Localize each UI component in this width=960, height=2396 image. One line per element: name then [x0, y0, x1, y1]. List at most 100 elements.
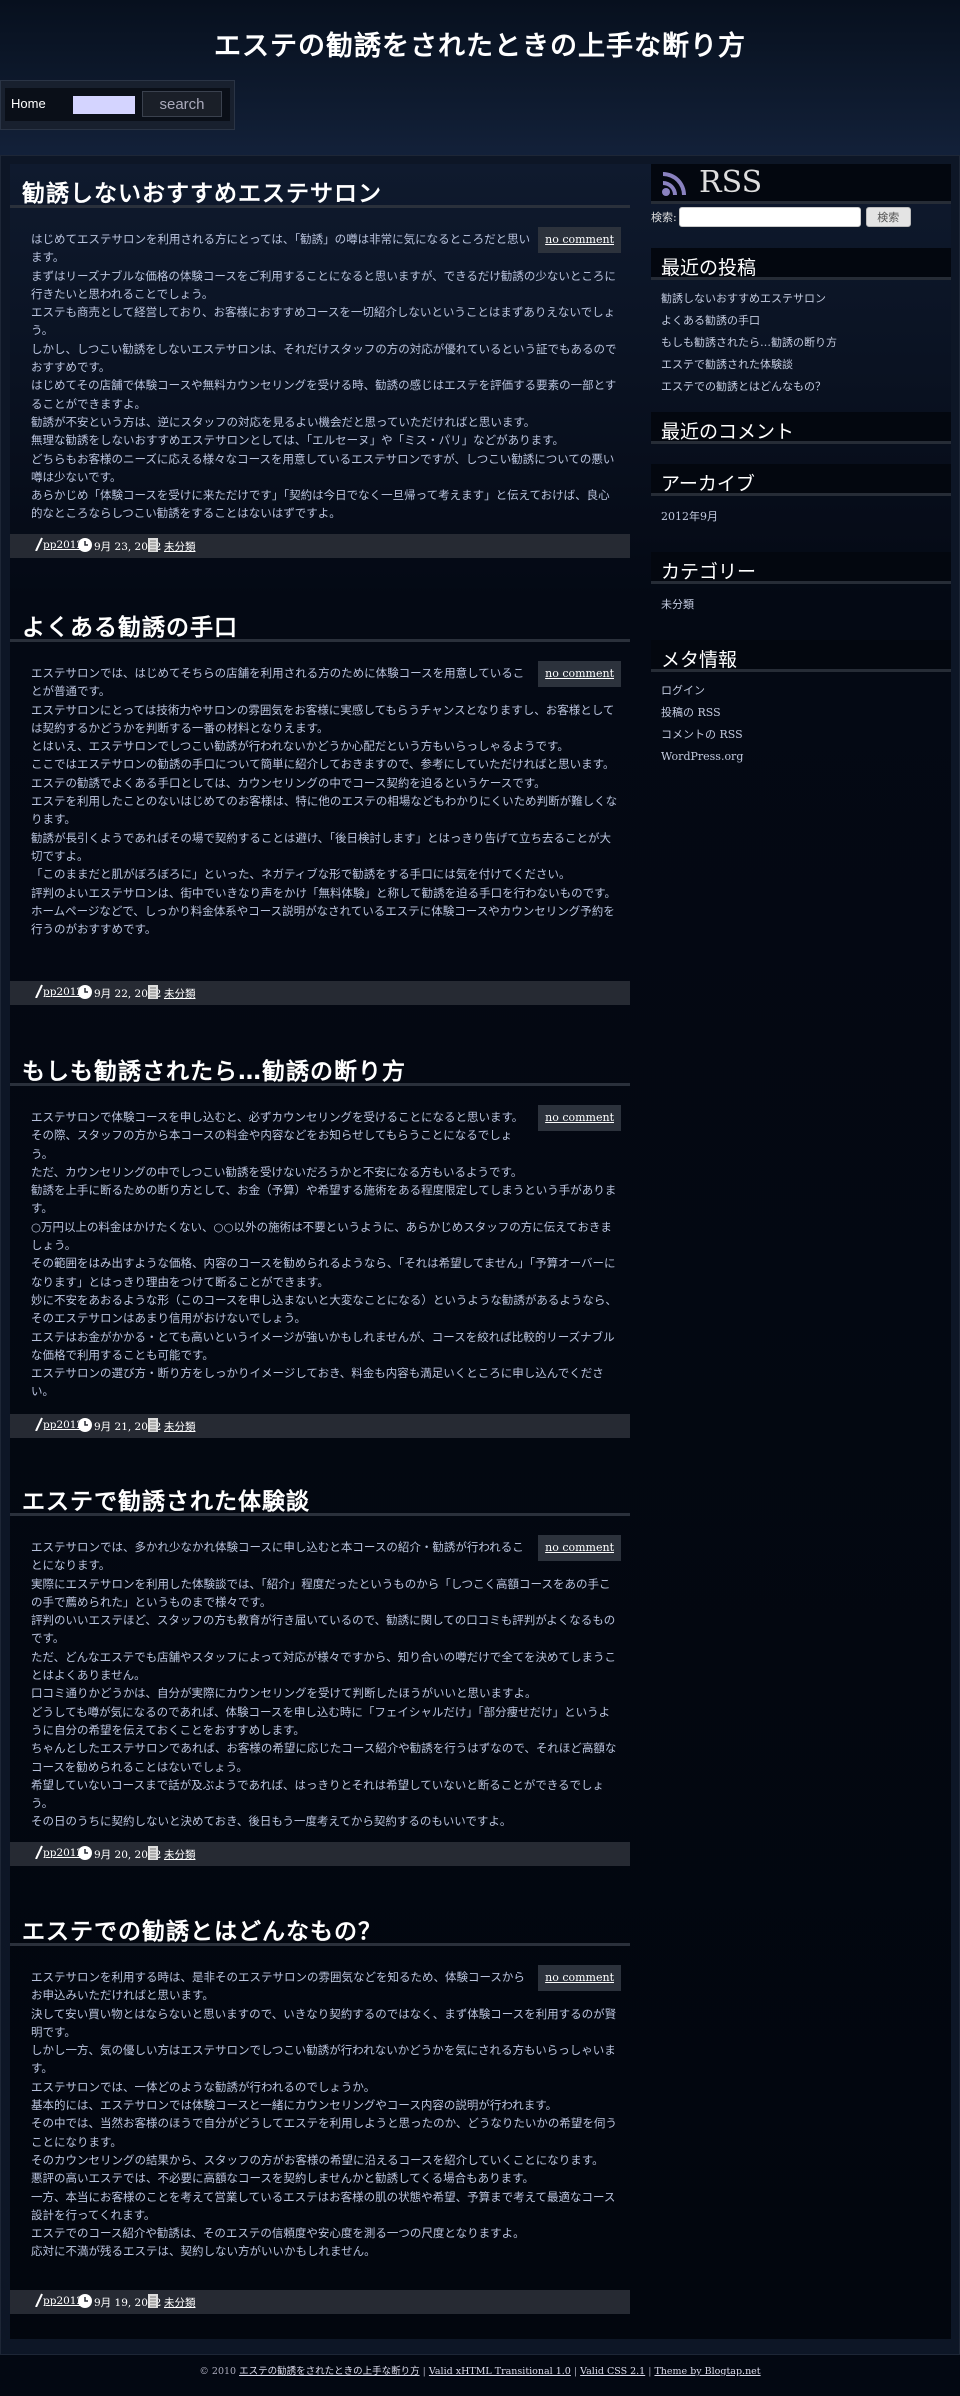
- post-line: あらかじめ「体験コースを受けに来ただけです」「契約は今日でなく一旦帰って考えます…: [31, 488, 610, 521]
- clock-icon: [78, 538, 92, 555]
- post: もしも勧誘されたら…勧誘の断り方 no comment エステサロンで体験コースを申…: [10, 1044, 630, 1401]
- nav-bar: Home search: [0, 80, 235, 130]
- post-line: しかし一方、気の優しい方はエステサロンでしつこい勧誘が行われないかどうかを気にさ…: [31, 2043, 616, 2076]
- nav-home-link[interactable]: Home: [11, 96, 46, 111]
- site-title[interactable]: エステの勧誘をされたときの上手な断り方: [0, 24, 960, 63]
- recent-posts-list: 勧誘しないおすすめエステサロン よくある勧誘の手口 もしも勧誘されたら…勧誘の断り方…: [651, 280, 951, 406]
- no-comment-link[interactable]: no comment: [538, 1105, 621, 1132]
- post-category-link[interactable]: 未分類: [164, 2297, 196, 2309]
- footer-theme-link[interactable]: Theme by Blogtap.net: [654, 2366, 760, 2377]
- post-line: どうしても噂が気になるのであれば、体験コースを申し込む時に「フェイシャルだけ」「…: [31, 1704, 611, 1737]
- post-body: no comment はじめてエステサロンを利用される方にとっては、「勧誘」の噂は…: [10, 208, 621, 523]
- footer-site-link[interactable]: エステの勧誘をされたときの上手な断り方: [239, 2366, 420, 2377]
- footer-css-link[interactable]: Valid CSS 2.1: [580, 2366, 645, 2377]
- post-line: そのカウンセリングの結果から、スタッフの方がお客様の希望に沿えるコースを紹介して…: [31, 2152, 604, 2167]
- content-wrapper: 勧誘しないおすすめエステサロン no comment はじめてエステサロンを利用され…: [0, 155, 960, 2355]
- post-category-link[interactable]: 未分類: [164, 988, 196, 1000]
- post-title[interactable]: もしも勧誘されたら…勧誘の断り方: [10, 1044, 630, 1085]
- post-line: 基本的には、エステサロンでは体験コースと一緒にカウンセリングやコース内容の説明が…: [31, 2098, 558, 2113]
- post-line: エステも商売として経営しており、お客様におすすめコースを一切紹介しないということ…: [31, 305, 616, 338]
- sidebar-search-label: 検索:: [651, 211, 677, 224]
- document-icon: [148, 1846, 158, 1863]
- post-line: その際、スタッフの方から本コースの料金や内容などをお知らせしてもらうことになるで…: [31, 1128, 513, 1161]
- recent-posts-title: 最近の投稿: [651, 248, 951, 280]
- footer-copyright: © 2010: [199, 2366, 237, 2377]
- sidebar-search: 検索: 検索: [651, 206, 951, 228]
- no-comment-link[interactable]: no comment: [538, 1535, 621, 1562]
- recent-post-link[interactable]: もしも勧誘されたら…勧誘の断り方: [661, 332, 941, 354]
- post-line: エステはお金がかかる・とても高いというイメージが強いかもしれませんが、コースを絞…: [31, 1329, 615, 1362]
- post-line: エステでのコース紹介や勧誘は、そのエステの信頼度や安心度を測る一つの尺度となりま…: [31, 2226, 525, 2241]
- post-line: 実際にエステサロンを利用した体験談では、「紹介」程度だったというものから「しつこ…: [31, 1576, 611, 1609]
- recent-post-link[interactable]: エステでの勧誘とはどんなもの？: [661, 376, 941, 398]
- category-link[interactable]: 未分類: [661, 594, 941, 616]
- rss-label: RSS: [699, 165, 763, 200]
- nav-search-button[interactable]: search: [142, 91, 222, 117]
- sidebar: RSS 検索: 検索 最近の投稿 勧誘しないおすすめエステサロン よくある勧誘の手…: [651, 164, 951, 776]
- post-meta-bar: pp2012 9月 22, 2012 未分類: [10, 981, 630, 1005]
- no-comment-link[interactable]: no comment: [538, 227, 621, 254]
- rss-widget[interactable]: RSS: [651, 164, 951, 204]
- header: エステの勧誘をされたときの上手な断り方 Home search: [0, 0, 960, 160]
- sidebar-search-input[interactable]: [678, 207, 861, 227]
- post-line: ただ、カウンセリングの中でしつこい勧誘を受けないだろうかと不安になる方もいるよう…: [31, 1164, 523, 1179]
- post-category-link[interactable]: 未分類: [164, 1849, 196, 1861]
- post-line: 勧誘を上手に断るための断り方として、お金（予算）や希望する施術をある程度限定して…: [31, 1183, 617, 1216]
- post: エステで勧誘された体験談 no comment エステサロンでは、多かれ少なかれ体験…: [10, 1474, 630, 1831]
- post-line: 評判のよいエステサロンは、街中でいきなり声をかけ「無料体験」と称して勧誘を迫る手…: [31, 885, 616, 900]
- categories-title: カテゴリー: [651, 552, 951, 584]
- post-title[interactable]: エステでの勧誘とはどんなもの？: [10, 1904, 630, 1945]
- document-icon: [148, 1418, 158, 1435]
- post-line: ここではエステサロンの勧誘の手口について簡単に紹介しておきますので、参考にしてい…: [31, 757, 615, 772]
- meta-link[interactable]: WordPress.org: [661, 746, 941, 768]
- post-line: エステサロンの選び方・断り方をしっかりイメージしておき、料金も内容も満足いくとこ…: [31, 1366, 604, 1399]
- post-line: ○万円以上の料金はかけたくない、○○以外の施術は不要というように、あらかじめスタ…: [31, 1219, 612, 1253]
- post-body: no comment エステサロンでは、はじめてそちらの店舗を利用される方のために…: [10, 642, 621, 938]
- post-line: しかし、しつこい勧誘をしないエステサロンは、それだけスタッフの方の対応が優れてい…: [31, 341, 617, 375]
- footer: © 2010 エステの勧誘をされたときの上手な断り方 | Valid xHTML…: [0, 2363, 960, 2377]
- post-line: 妙に不安をあおるような形（このコースを申し込まないと大変なことになる）というよう…: [31, 1292, 617, 1326]
- post-meta-bar: pp2012 9月 21, 2012 未分類: [10, 1414, 630, 1438]
- post-category-link[interactable]: 未分類: [164, 541, 196, 553]
- document-icon: [148, 985, 158, 1002]
- clock-icon: [78, 985, 92, 1002]
- post-line: その中では、当然お客様のほうで自分がどうしてエステを利用しようと思ったのか、どう…: [31, 2116, 617, 2149]
- nav-search-input[interactable]: [73, 96, 135, 114]
- meta-link[interactable]: コメントの RSS: [661, 724, 941, 746]
- post-meta-bar: pp2012 9月 23, 2012 未分類: [10, 534, 630, 558]
- post-line: 勧誘が長引くようであればその場で契約することは避け、「後日検討します」とはっきり…: [31, 830, 612, 863]
- post-line: エステサロンでは、一体どのような勧誘が行われるのでしょうか。: [31, 2079, 376, 2094]
- post-line: 口コミ通りかどうかは、自分が実際にカウンセリングを受けて判断したほうがいいと思い…: [31, 1686, 537, 1701]
- post-title[interactable]: よくある勧誘の手口: [10, 600, 630, 641]
- meta-list: ログイン 投稿の RSS コメントの RSS WordPress.org: [651, 672, 951, 776]
- post-line: エステを利用したことのないはじめてのお客様は、特に他のエステの相場などもわかりに…: [31, 794, 618, 827]
- footer-separator: |: [422, 2366, 426, 2377]
- no-comment-link[interactable]: no comment: [538, 1965, 621, 1992]
- post-title[interactable]: 勧誘しないおすすめエステサロン: [10, 166, 630, 207]
- post-line: 無理な勧誘をしないおすすめエステサロンとしては、「エルセーヌ」や「ミス・パリ」な…: [31, 433, 565, 448]
- post-line: 評判のいいエステほど、スタッフの方も教育が行き届いているので、勧誘に関しての口コ…: [31, 1613, 616, 1646]
- sidebar-search-button[interactable]: 検索: [865, 207, 911, 227]
- post-line: エステサロンでは、はじめてそちらの店舗を利用される方のために体験コースを用意して…: [31, 666, 525, 699]
- post-line: ただ、どんなエステでも店舗やスタッフによって対応が様々ですから、知り合いの噂だけ…: [31, 1649, 616, 1683]
- clock-icon: [78, 2294, 92, 2311]
- footer-xhtml-link[interactable]: Valid xHTML Transitional 1.0: [429, 2366, 571, 2377]
- recent-post-link[interactable]: 勧誘しないおすすめエステサロン: [661, 288, 941, 310]
- recent-post-link[interactable]: エステで勧誘された体験談: [661, 354, 941, 376]
- archives-list: 2012年9月: [651, 496, 951, 536]
- post-line: まずはリーズナブルな価格の体験コースをご利用することになると思いますが、できるだ…: [31, 268, 616, 301]
- post-title[interactable]: エステで勧誘された体験談: [10, 1474, 630, 1515]
- meta-link[interactable]: 投稿の RSS: [661, 702, 941, 724]
- archive-link[interactable]: 2012年9月: [661, 506, 941, 528]
- no-comment-link[interactable]: no comment: [538, 661, 621, 688]
- post-meta-bar: pp2012 9月 20, 2012 未分類: [10, 1842, 630, 1866]
- post-body: no comment エステサロンを利用する時は、是非そのエステサロンの雰囲気など…: [10, 1946, 621, 2261]
- post-body: no comment エステサロンで体験コースを申し込むと、必ずカウンセリングを受…: [10, 1086, 621, 1401]
- post-line: ホームページなどで、しっかり料金体系やコース説明がなされているエステに体験コース…: [31, 903, 615, 937]
- recent-post-link[interactable]: よくある勧誘の手口: [661, 310, 941, 332]
- post-line: 勧誘が不安という方は、逆にスタッフの対応を見るよい機会だと思っていただければと思…: [31, 414, 536, 429]
- post-category-link[interactable]: 未分類: [164, 1421, 196, 1433]
- recent-comments-title: 最近のコメント: [651, 412, 951, 444]
- post-line: エステの勧誘でよくある手口としては、カウンセリングの中でコース契約を迫るというケ…: [31, 775, 546, 790]
- meta-link[interactable]: ログイン: [661, 680, 941, 702]
